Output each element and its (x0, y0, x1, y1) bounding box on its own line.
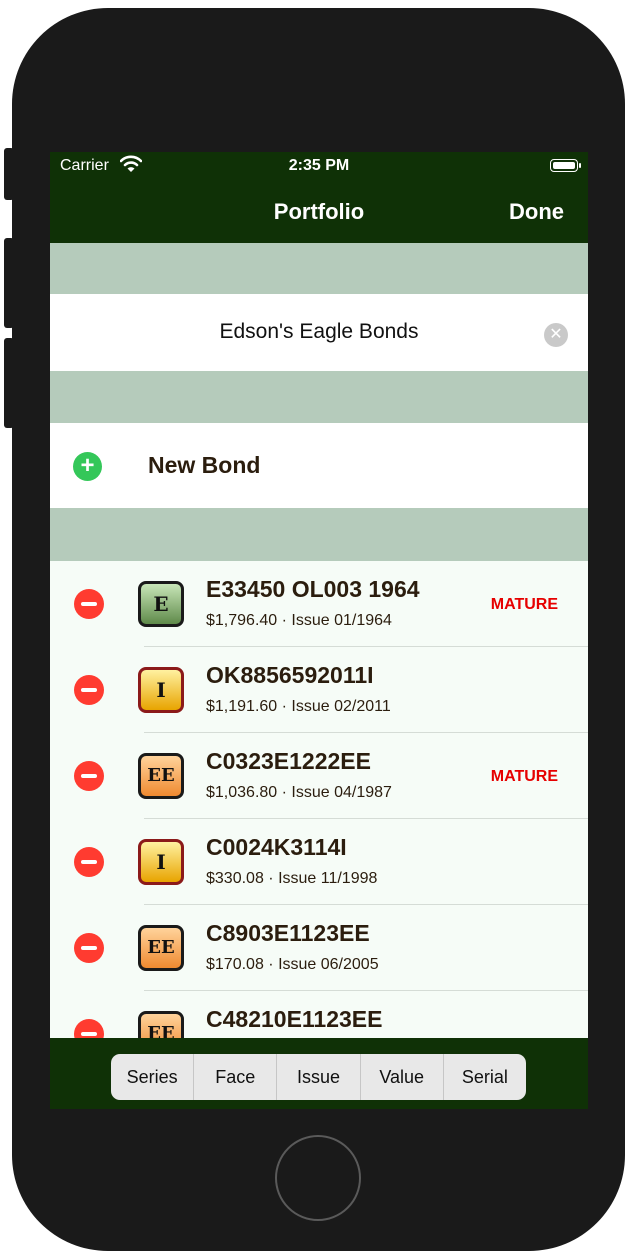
series-ee-icon: EE (138, 1011, 184, 1038)
clear-icon[interactable]: ✕ (544, 323, 568, 347)
bond-issue: Issue 01/1964 (291, 612, 392, 629)
delete-icon[interactable] (74, 589, 104, 619)
delete-icon[interactable] (74, 761, 104, 791)
delete-icon[interactable] (74, 1019, 104, 1038)
page-title: Portfolio (273, 199, 365, 224)
portfolio-name-text[interactable]: Edson's Eagle Bonds (50, 320, 588, 344)
bond-serial: E33450 OL003 1964 (206, 576, 420, 602)
bond-serial: C48210E1123EE (206, 1006, 383, 1032)
volume-up-button (4, 238, 14, 328)
bond-serial: C8903E1123EE (206, 920, 370, 946)
series-i-icon: I (138, 667, 184, 713)
bond-serial: OK8856592011I (206, 662, 374, 688)
bond-value: $1,796.40 (206, 612, 278, 629)
bond-detail: $170.08 · Issue 06/2005 (206, 956, 379, 973)
series-i-icon: I (138, 839, 184, 885)
bond-value: $170.08 (206, 956, 264, 973)
portfolio-name-field[interactable]: Edson's Eagle Bonds ✕ (50, 294, 588, 371)
add-icon[interactable]: + (73, 452, 102, 481)
sort-serial-button[interactable]: Serial (442, 1054, 526, 1100)
bond-detail: $1,036.80 · Issue 04/1987 (206, 784, 392, 801)
series-e-icon: E (138, 581, 184, 627)
bond-detail: $1,191.60 · Issue 02/2011 (206, 698, 391, 715)
bond-issue: Issue 06/2005 (278, 956, 379, 973)
bond-row[interactable]: EE C48210E1123EE (50, 991, 588, 1038)
sort-toolbar: Series Face Issue Value Serial (50, 1038, 588, 1109)
bond-value: $330.08 (206, 870, 264, 887)
bond-value: $1,191.60 (206, 698, 278, 715)
sort-segmented-control: Series Face Issue Value Serial (111, 1054, 526, 1100)
series-ee-icon: EE (138, 925, 184, 971)
bond-issue: Issue 04/1987 (291, 784, 392, 801)
sort-series-button[interactable]: Series (111, 1054, 193, 1100)
done-button[interactable]: Done (509, 199, 564, 225)
bond-row[interactable]: E E33450 OL003 1964 $1,796.40 · Issue 01… (50, 561, 588, 647)
bond-row[interactable]: EE C0323E1222EE $1,036.80 · Issue 04/198… (50, 733, 588, 819)
mature-badge: MATURE (490, 596, 558, 613)
delete-icon[interactable] (74, 933, 104, 963)
bond-row[interactable]: EE C8903E1123EE $170.08 · Issue 06/2005 (50, 905, 588, 991)
new-bond-row[interactable]: + New Bond (50, 423, 588, 508)
mute-switch (4, 148, 14, 200)
new-bond-label: New Bond (148, 452, 261, 478)
mature-badge: MATURE (490, 768, 558, 785)
sort-issue-button[interactable]: Issue (276, 1054, 359, 1100)
battery-icon (550, 159, 581, 172)
sort-value-button[interactable]: Value (359, 1054, 443, 1100)
bond-issue: Issue 11/1998 (278, 870, 378, 887)
bond-detail: $1,796.40 · Issue 01/1964 (206, 612, 392, 629)
bond-serial: C0323E1222EE (206, 748, 371, 774)
bond-serial: C0024K3114I (206, 834, 347, 860)
volume-down-button (4, 338, 14, 428)
bond-issue: Issue 02/2011 (291, 698, 391, 715)
status-time: 2:35 PM (288, 157, 350, 174)
bond-row[interactable]: I C0024K3114I $330.08 · Issue 11/1998 (50, 819, 588, 905)
series-ee-icon: EE (138, 753, 184, 799)
home-button[interactable] (275, 1135, 361, 1221)
delete-icon[interactable] (74, 675, 104, 705)
nav-bar: Portfolio Done (50, 180, 588, 243)
bond-value: $1,036.80 (206, 784, 278, 801)
delete-icon[interactable] (74, 847, 104, 877)
bond-detail: $330.08 · Issue 11/1998 (206, 870, 378, 887)
bond-list: E E33450 OL003 1964 $1,796.40 · Issue 01… (50, 561, 588, 1038)
status-bar: Carrier 2:35 PM (50, 152, 588, 180)
sort-face-button[interactable]: Face (193, 1054, 276, 1100)
app-screen: Carrier 2:35 PM Portfolio Done Edson's E… (50, 152, 588, 1109)
bond-row[interactable]: I OK8856592011I $1,191.60 · Issue 02/201… (50, 647, 588, 733)
